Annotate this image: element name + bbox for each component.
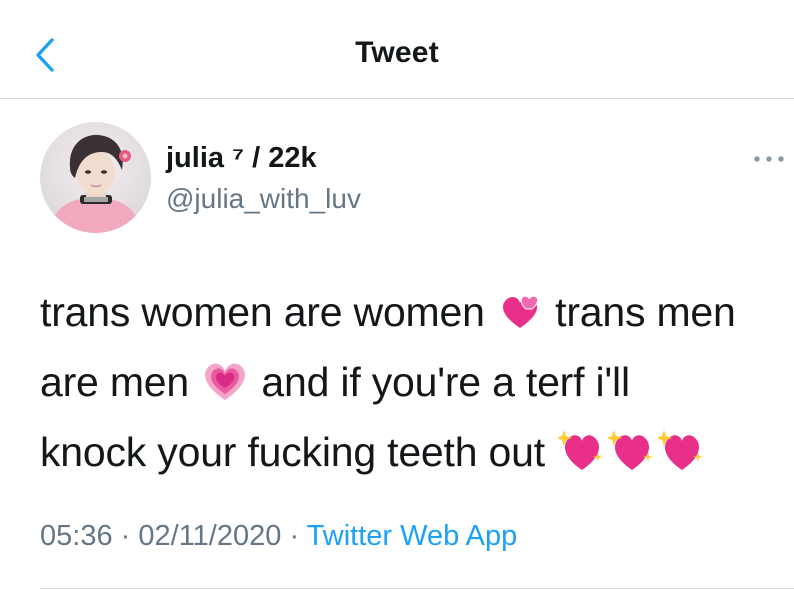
meta-separator: · — [120, 520, 131, 552]
tweet-date: 02/11/2020 — [138, 520, 282, 552]
tweet-text-segment: trans women are women — [40, 289, 485, 335]
two-hearts-icon — [498, 286, 542, 350]
top-nav-bar: Tweet — [0, 0, 794, 99]
tweet-text-segment: trans men — [555, 289, 736, 335]
tweet-text-segment: are men — [40, 359, 190, 405]
tweet-meta: 05:36 · 02/11/2020 · Twitter Web App — [40, 520, 517, 553]
author-display-name[interactable]: julia ⁷ / 22k — [166, 142, 317, 175]
tweet-time: 05:36 — [40, 520, 113, 552]
author-handle[interactable]: @julia_with_luv — [166, 183, 361, 215]
sparkling-heart-icon — [606, 426, 654, 490]
more-options-button[interactable] — [752, 152, 786, 166]
sparkling-heart-icon — [656, 426, 704, 490]
meta-separator: · — [289, 520, 300, 552]
tweet-body: trans women are women trans men are men … — [40, 280, 790, 490]
divider — [40, 588, 794, 589]
growing-heart-icon — [202, 356, 248, 420]
page-title: Tweet — [355, 36, 439, 69]
tweet-text-segment: knock your fucking teeth out — [40, 429, 545, 475]
tweet-text-segment: and if you're a terf i'll — [261, 359, 630, 405]
tweet-source-link[interactable]: Twitter Web App — [307, 520, 518, 552]
profile-photo — [40, 122, 151, 233]
avatar[interactable] — [40, 122, 151, 233]
more-dots-icon — [754, 156, 784, 162]
sparkling-heart-icon — [556, 426, 604, 490]
